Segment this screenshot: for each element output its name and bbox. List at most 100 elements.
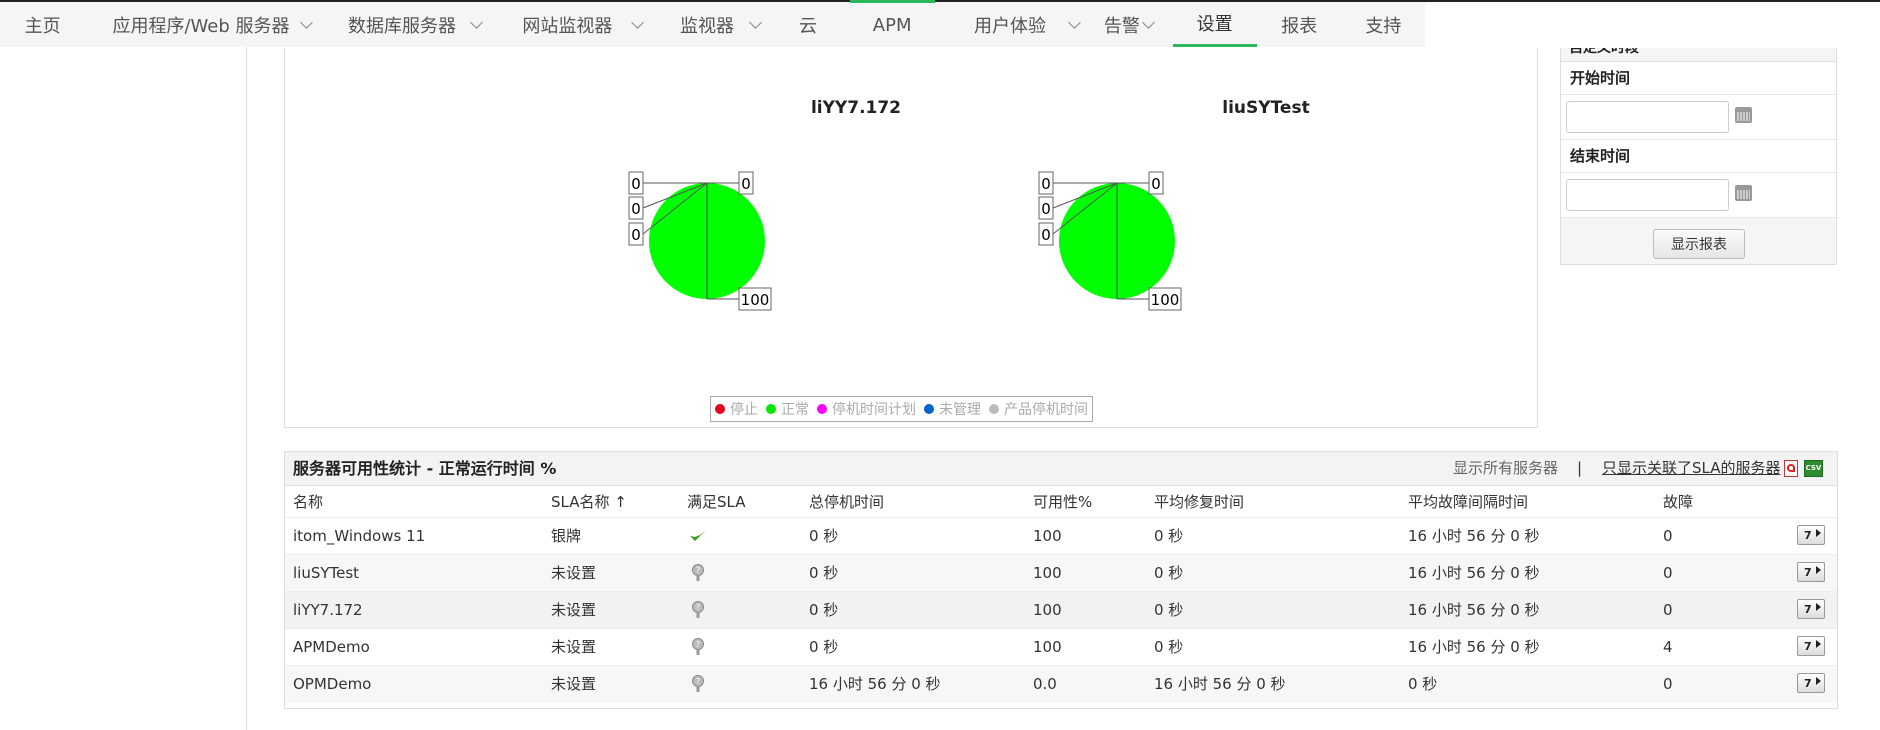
- nav-website-monitors[interactable]: 网站监视器: [487, 2, 647, 47]
- nav-label: 应用程序/Web 服务器: [112, 15, 290, 37]
- seven-day-report-button[interactable]: 7: [1797, 673, 1825, 693]
- chevron-down-icon: [299, 16, 313, 29]
- sla-name[interactable]: 银牌: [551, 518, 581, 555]
- fault-count[interactable]: 0: [1663, 592, 1673, 629]
- svg-text:0: 0: [631, 200, 641, 218]
- seven-day-report-button[interactable]: 7: [1797, 525, 1825, 545]
- seven-day-report-button[interactable]: 7: [1797, 636, 1825, 656]
- total-downtime: 16 小时 56 分 0 秒: [809, 675, 941, 693]
- svg-text:?: ?: [696, 677, 700, 686]
- svg-text:?: ?: [696, 640, 700, 649]
- nav-alarms[interactable]: 告警: [1085, 2, 1158, 47]
- server-name-link[interactable]: itom_Windows 11: [293, 518, 425, 555]
- col-faults[interactable]: 故障: [1663, 486, 1693, 518]
- fault-count[interactable]: 0: [1663, 555, 1673, 592]
- sla-name[interactable]: 未设置: [551, 555, 596, 592]
- mttr: 0 秒: [1154, 638, 1184, 656]
- availability-percent: 100: [1033, 638, 1062, 656]
- table-column-header: 名称 SLA名称 ↑ 满足SLA 总停机时间 可用性% 平均修复时间 平均故障间…: [285, 486, 1837, 518]
- table-header-bar: 服务器可用性统计 - 正常运行时间 % 显示所有服务器 | 只显示关联了SLA的…: [285, 452, 1837, 486]
- server-name-link[interactable]: OPMDemo: [293, 666, 371, 703]
- mtbf: 0 秒: [1408, 675, 1438, 693]
- nav-app-servers[interactable]: 应用程序/Web 服务器: [85, 2, 317, 47]
- availability-percent: 100: [1033, 527, 1062, 545]
- pie-data-label: 100: [738, 287, 772, 311]
- col-availability[interactable]: 可用性%: [1033, 486, 1092, 518]
- mtbf: 16 小时 56 分 0 秒: [1408, 601, 1540, 619]
- legend-dot: [989, 404, 999, 414]
- pie-data-label: 0: [1038, 171, 1054, 195]
- availability-chart-panel: liYY7.172 liuSYTest 0 0 0 0 100 0 0 0 0 …: [284, 48, 1538, 428]
- legend-item-down[interactable]: 停止: [715, 399, 758, 419]
- total-downtime: 0 秒: [809, 527, 839, 545]
- total-downtime: 0 秒: [809, 601, 839, 619]
- fault-count[interactable]: 4: [1663, 629, 1673, 666]
- svg-text:0: 0: [1041, 175, 1051, 193]
- table-row: itom_Windows 11 银牌 0 秒 100 0 秒 16 小时 56 …: [285, 518, 1837, 555]
- sla-name[interactable]: 未设置: [551, 629, 596, 666]
- nav-label: 网站监视器: [522, 15, 613, 37]
- svg-text:100: 100: [1151, 291, 1180, 309]
- svg-text:?: ?: [696, 566, 700, 575]
- legend-item-production-downtime[interactable]: 产品停机时间: [989, 399, 1088, 419]
- calendar-icon[interactable]: [1735, 107, 1752, 123]
- svg-text:?: ?: [696, 603, 700, 612]
- sla-name[interactable]: 未设置: [551, 592, 596, 629]
- mtbf: 16 小时 56 分 0 秒: [1408, 527, 1540, 545]
- availability-percent: 100: [1033, 564, 1062, 582]
- pie-chart-liyy: 0 0 0 0 100: [628, 171, 772, 311]
- pie-data-label: 0: [628, 222, 644, 246]
- fault-count[interactable]: 0: [1663, 518, 1673, 555]
- legend-label: 停机时间计划: [832, 402, 916, 418]
- legend-label: 未管理: [939, 402, 981, 418]
- help-icon: ?: [692, 638, 704, 655]
- show-all-servers-link[interactable]: 显示所有服务器: [1453, 452, 1558, 485]
- nav-settings[interactable]: 设置: [1172, 2, 1257, 47]
- sort-ascending-icon: ↑: [614, 493, 627, 511]
- legend-item-scheduled-downtime[interactable]: 停机时间计划: [817, 399, 916, 419]
- nav-database-servers[interactable]: 数据库服务器: [317, 2, 487, 47]
- seven-day-report-button[interactable]: 7: [1797, 562, 1825, 582]
- nav-label: 支持: [1365, 15, 1402, 37]
- svg-text:0: 0: [1151, 175, 1161, 193]
- pie-title-liusy: liuSYTest: [1222, 98, 1310, 118]
- legend-item-up[interactable]: 正常: [766, 399, 809, 419]
- col-sla-name[interactable]: SLA名称 ↑: [551, 486, 627, 518]
- nav-apm[interactable]: APM: [849, 0, 935, 47]
- start-time-row: [1561, 95, 1836, 140]
- mtbf: 16 小时 56 分 0 秒: [1408, 638, 1540, 656]
- sla-name[interactable]: 未设置: [551, 666, 596, 703]
- nav-support[interactable]: 支持: [1342, 2, 1425, 47]
- pdf-export-icon[interactable]: [1784, 460, 1798, 477]
- mttr: 0 秒: [1154, 564, 1184, 582]
- availability-percent: 0.0: [1033, 675, 1057, 693]
- col-mttr[interactable]: 平均修复时间: [1154, 486, 1244, 518]
- server-name-link[interactable]: liuSYTest: [293, 555, 359, 592]
- col-total-downtime[interactable]: 总停机时间: [809, 486, 884, 518]
- legend-item-unmanaged[interactable]: 未管理: [924, 399, 981, 419]
- fault-count[interactable]: 0: [1663, 666, 1673, 703]
- col-name[interactable]: 名称: [293, 486, 323, 518]
- nav-cloud[interactable]: 云: [766, 2, 849, 47]
- total-downtime: 0 秒: [809, 638, 839, 656]
- server-name-link[interactable]: liYY7.172: [293, 592, 363, 629]
- nav-home[interactable]: 主页: [0, 2, 85, 47]
- total-downtime: 0 秒: [809, 564, 839, 582]
- start-time-label: 开始时间: [1561, 62, 1836, 95]
- col-mtbf[interactable]: 平均故障间隔时间: [1408, 486, 1528, 518]
- pie-data-label: 0: [738, 171, 754, 195]
- end-time-input[interactable]: [1566, 179, 1729, 211]
- csv-export-icon[interactable]: CSV: [1804, 460, 1823, 477]
- server-name-link[interactable]: APMDemo: [293, 629, 370, 666]
- show-sla-servers-link[interactable]: 只显示关联了SLA的服务器: [1602, 452, 1781, 485]
- nav-monitors[interactable]: 监视器: [648, 2, 767, 47]
- calendar-icon[interactable]: [1735, 185, 1752, 201]
- custom-period-heading: 自定义时段: [1561, 48, 1836, 62]
- nav-reports[interactable]: 报表: [1257, 2, 1342, 47]
- start-time-input[interactable]: [1566, 101, 1729, 133]
- col-meet-sla[interactable]: 满足SLA: [687, 486, 745, 518]
- seven-day-report-button[interactable]: 7: [1797, 599, 1825, 619]
- chart-legend: 停止 正常 停机时间计划 未管理 产品停机时间: [710, 396, 1093, 422]
- show-report-button[interactable]: 显示报表: [1653, 229, 1745, 259]
- nav-user-experience[interactable]: 用户体验: [935, 2, 1086, 47]
